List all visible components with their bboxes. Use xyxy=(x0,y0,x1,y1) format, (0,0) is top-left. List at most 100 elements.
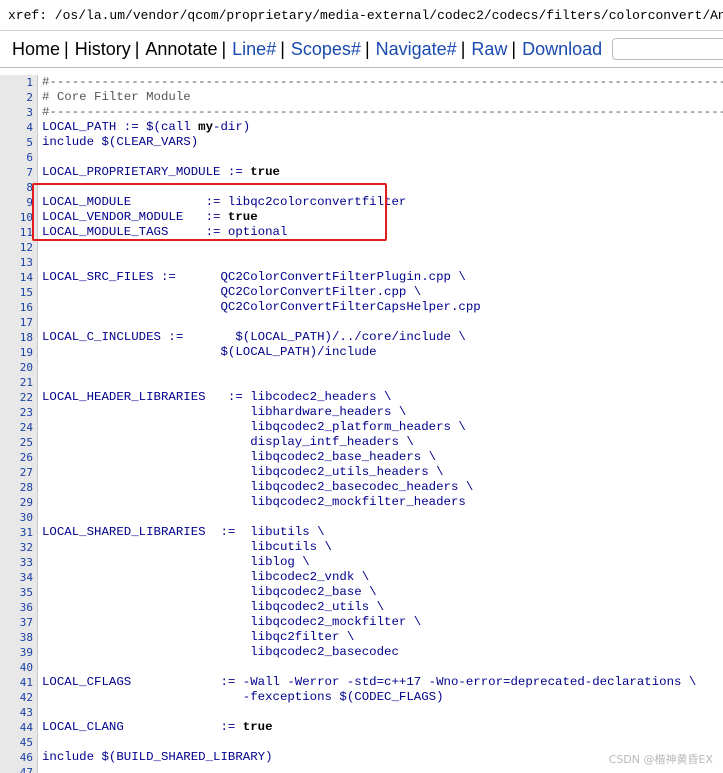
line-number-link[interactable]: 11 xyxy=(0,225,33,240)
line-number-link[interactable]: 12 xyxy=(0,240,33,255)
code-text-segment: LOCAL_VENDOR_MODULE := xyxy=(42,210,228,224)
line-number-link[interactable]: 21 xyxy=(0,375,33,390)
line-number-link[interactable]: 5 xyxy=(0,135,33,150)
line-number-link[interactable]: 16 xyxy=(0,300,33,315)
line-number-link[interactable]: 33 xyxy=(0,555,33,570)
code-text: LOCAL_CFLAGS := -Wall -Werror -std=c++17… xyxy=(42,675,697,689)
code-text: libqcodec2_utils_headers \ xyxy=(42,465,444,479)
code-keyword: my xyxy=(198,120,214,134)
line-number-link[interactable]: 39 xyxy=(0,645,33,660)
line-number-link[interactable]: 45 xyxy=(0,735,33,750)
code-line: 15 QC2ColorConvertFilter.cpp \ xyxy=(0,285,723,300)
line-number-link[interactable]: 27 xyxy=(0,465,33,480)
code-keyword: true xyxy=(227,210,258,224)
code-text: #---------------------------------------… xyxy=(42,75,723,89)
nav-separator: | xyxy=(511,38,517,59)
line-number-link[interactable]: 37 xyxy=(0,615,33,630)
line-number-link[interactable]: 31 xyxy=(0,525,33,540)
line-number-link[interactable]: 47 xyxy=(0,765,33,773)
nav-raw-link[interactable]: Raw xyxy=(471,39,507,60)
code-text: libqcodec2_base \ xyxy=(42,585,377,599)
line-number-link[interactable]: 20 xyxy=(0,360,33,375)
line-number-link[interactable]: 30 xyxy=(0,510,33,525)
code-text: LOCAL_C_INCLUDES := $(LOCAL_PATH)/../cor… xyxy=(42,330,466,344)
code-line: 30 xyxy=(0,510,723,525)
line-number-link[interactable]: 24 xyxy=(0,420,33,435)
line-number-link[interactable]: 14 xyxy=(0,270,33,285)
line-number-link[interactable]: 35 xyxy=(0,585,33,600)
code-line: 41 LOCAL_CFLAGS := -Wall -Werror -std=c++… xyxy=(0,675,723,690)
nav-scopes-link[interactable]: Scopes# xyxy=(291,39,361,60)
code-text: libcutils \ xyxy=(42,540,332,554)
nav-annotate-link[interactable]: Annotate xyxy=(145,39,217,60)
search-input[interactable] xyxy=(612,38,723,60)
nav-home-link[interactable]: Home xyxy=(12,39,60,60)
line-number-link[interactable]: 10 xyxy=(0,210,33,225)
code-line: 26 libqcodec2_base_headers \ xyxy=(0,450,723,465)
line-number-link[interactable]: 26 xyxy=(0,450,33,465)
line-number-link[interactable]: 38 xyxy=(0,630,33,645)
line-number-link[interactable]: 4 xyxy=(0,120,33,135)
line-number-link[interactable]: 19 xyxy=(0,345,33,360)
code-line: 31 LOCAL_SHARED_LIBRARIES := libutils \ xyxy=(0,525,723,540)
watermark: CSDN @楷神黄昏EX xyxy=(608,753,713,766)
nav-separator: | xyxy=(134,38,140,59)
code-text: LOCAL_SRC_FILES := QC2ColorConvertFilter… xyxy=(42,270,466,284)
line-number-link[interactable]: 3 xyxy=(0,105,33,120)
line-number-link[interactable]: 25 xyxy=(0,435,33,450)
code-line: 34 libcodec2_vndk \ xyxy=(0,570,723,585)
line-number-link[interactable]: 40 xyxy=(0,660,33,675)
line-number-link[interactable]: 29 xyxy=(0,495,33,510)
line-number-link[interactable]: 7 xyxy=(0,165,33,180)
line-number-link[interactable]: 18 xyxy=(0,330,33,345)
code-text: libqcodec2_basecodec xyxy=(42,645,399,659)
code-keyword: true xyxy=(250,165,280,179)
line-number-link[interactable]: 13 xyxy=(0,255,33,270)
code-line: 33 liblog \ xyxy=(0,555,723,570)
code-line: 24 libqcodec2_platform_headers \ xyxy=(0,420,723,435)
code-text: LOCAL_CLANG := true xyxy=(42,720,273,735)
code-line: 3 #--------------------------------------… xyxy=(0,105,723,120)
nav-navigate-link[interactable]: Navigate# xyxy=(376,39,457,60)
nav-separator: | xyxy=(64,38,69,59)
line-number-link[interactable]: 28 xyxy=(0,480,33,495)
code-keyword: true xyxy=(242,720,273,734)
line-number-link[interactable]: 41 xyxy=(0,675,33,690)
code-line: 2 # Core Filter Module xyxy=(0,90,723,105)
line-number-link[interactable]: 36 xyxy=(0,600,33,615)
code-text-segment: LOCAL_PATH := $(call xyxy=(42,120,199,134)
code-line: 8 xyxy=(0,180,723,195)
line-number-link[interactable]: 17 xyxy=(0,315,33,330)
code-view: 1 #--------------------------------------… xyxy=(0,75,723,773)
nav-history-link[interactable]: History xyxy=(75,39,131,60)
line-number-link[interactable]: 32 xyxy=(0,540,33,555)
line-number-link[interactable]: 6 xyxy=(0,150,33,165)
nav-line-link[interactable]: Line# xyxy=(232,39,276,60)
code-text: -fexceptions $(CODEC_FLAGS) xyxy=(42,690,444,704)
line-number-link[interactable]: 2 xyxy=(0,90,33,105)
code-text: LOCAL_HEADER_LIBRARIES := libcodec2_head… xyxy=(42,390,392,404)
line-number-link[interactable]: 34 xyxy=(0,570,33,585)
code-text: libqcodec2_platform_headers \ xyxy=(42,420,466,434)
code-line: 36 libqcodec2_utils \ xyxy=(0,600,723,615)
line-number-link[interactable]: 23 xyxy=(0,405,33,420)
code-line: 42 -fexceptions $(CODEC_FLAGS) xyxy=(0,690,723,705)
line-number-link[interactable]: 9 xyxy=(0,195,33,210)
line-number-link[interactable]: 43 xyxy=(0,705,33,720)
line-number-link[interactable]: 1 xyxy=(0,75,33,90)
code-line: 14 LOCAL_SRC_FILES := QC2ColorConvertFilt… xyxy=(0,270,723,285)
code-text-segment: LOCAL_PROPRIETARY_MODULE := xyxy=(42,165,251,179)
nav-separator: | xyxy=(460,38,466,59)
line-number-link[interactable]: 22 xyxy=(0,390,33,405)
code-text: $(LOCAL_PATH)/include xyxy=(42,345,377,359)
code-text: # Core Filter Module xyxy=(42,90,191,104)
line-number-link[interactable]: 42 xyxy=(0,690,33,705)
nav-download-link[interactable]: Download xyxy=(522,39,602,60)
line-number-link[interactable]: 46 xyxy=(0,750,33,765)
line-number-link[interactable]: 8 xyxy=(0,180,33,195)
code-text: libqcodec2_utils \ xyxy=(42,600,385,614)
code-line: 35 libqcodec2_base \ xyxy=(0,585,723,600)
code-line: 23 libhardware_headers \ xyxy=(0,405,723,420)
line-number-link[interactable]: 15 xyxy=(0,285,33,300)
line-number-link[interactable]: 44 xyxy=(0,720,33,735)
